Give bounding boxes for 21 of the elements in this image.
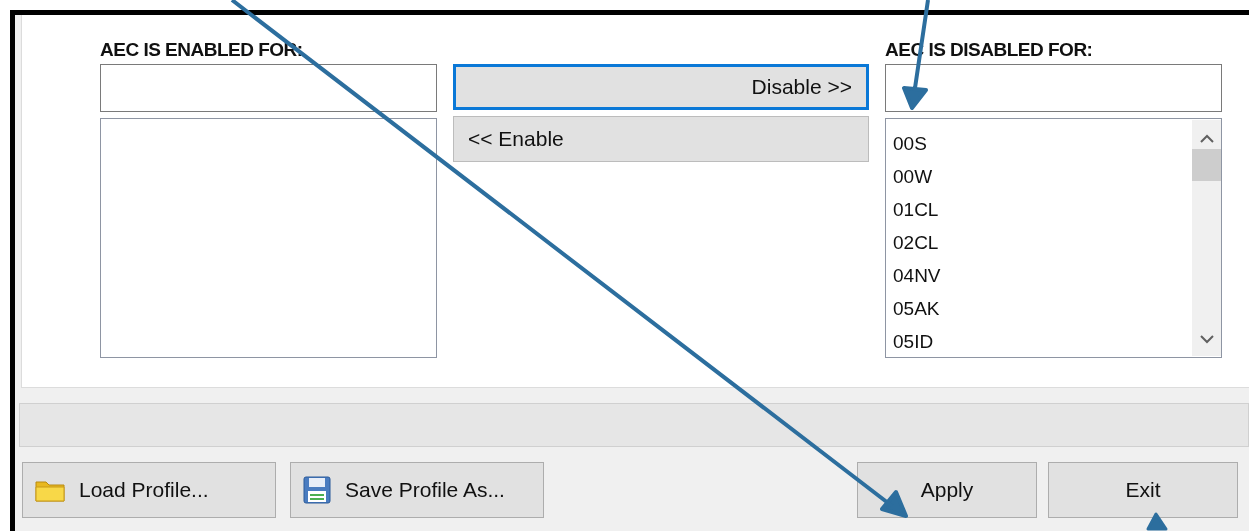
- scroll-down-icon[interactable]: [1199, 335, 1214, 344]
- folder-icon: [35, 478, 65, 502]
- scrollbar-thumb[interactable]: [1192, 149, 1221, 181]
- scrollbar[interactable]: [1192, 120, 1221, 356]
- list-item[interactable]: 05AK: [893, 292, 1192, 325]
- list-item[interactable]: 05ID: [893, 325, 1192, 358]
- list-item[interactable]: 01CL: [893, 193, 1192, 226]
- list-item[interactable]: 00S: [893, 127, 1192, 160]
- dialog-button[interactable]: Apply: [857, 462, 1037, 518]
- dialog-button[interactable]: Exit: [1048, 462, 1238, 518]
- filter-field[interactable]: [100, 64, 437, 112]
- move-button[interactable]: Disable >>: [453, 64, 869, 110]
- list-item[interactable]: 00W: [893, 160, 1192, 193]
- annotation-arrow: [1146, 512, 1168, 531]
- list-item[interactable]: 04NV: [893, 259, 1192, 292]
- profile-button[interactable]: Load Profile...: [22, 462, 276, 518]
- list-item[interactable]: 02CL: [893, 226, 1192, 259]
- profile-button[interactable]: Save Profile As...: [290, 462, 544, 518]
- scroll-up-icon[interactable]: [1199, 134, 1214, 143]
- move-button[interactable]: << Enable: [453, 116, 869, 162]
- filter-field[interactable]: [885, 64, 1222, 112]
